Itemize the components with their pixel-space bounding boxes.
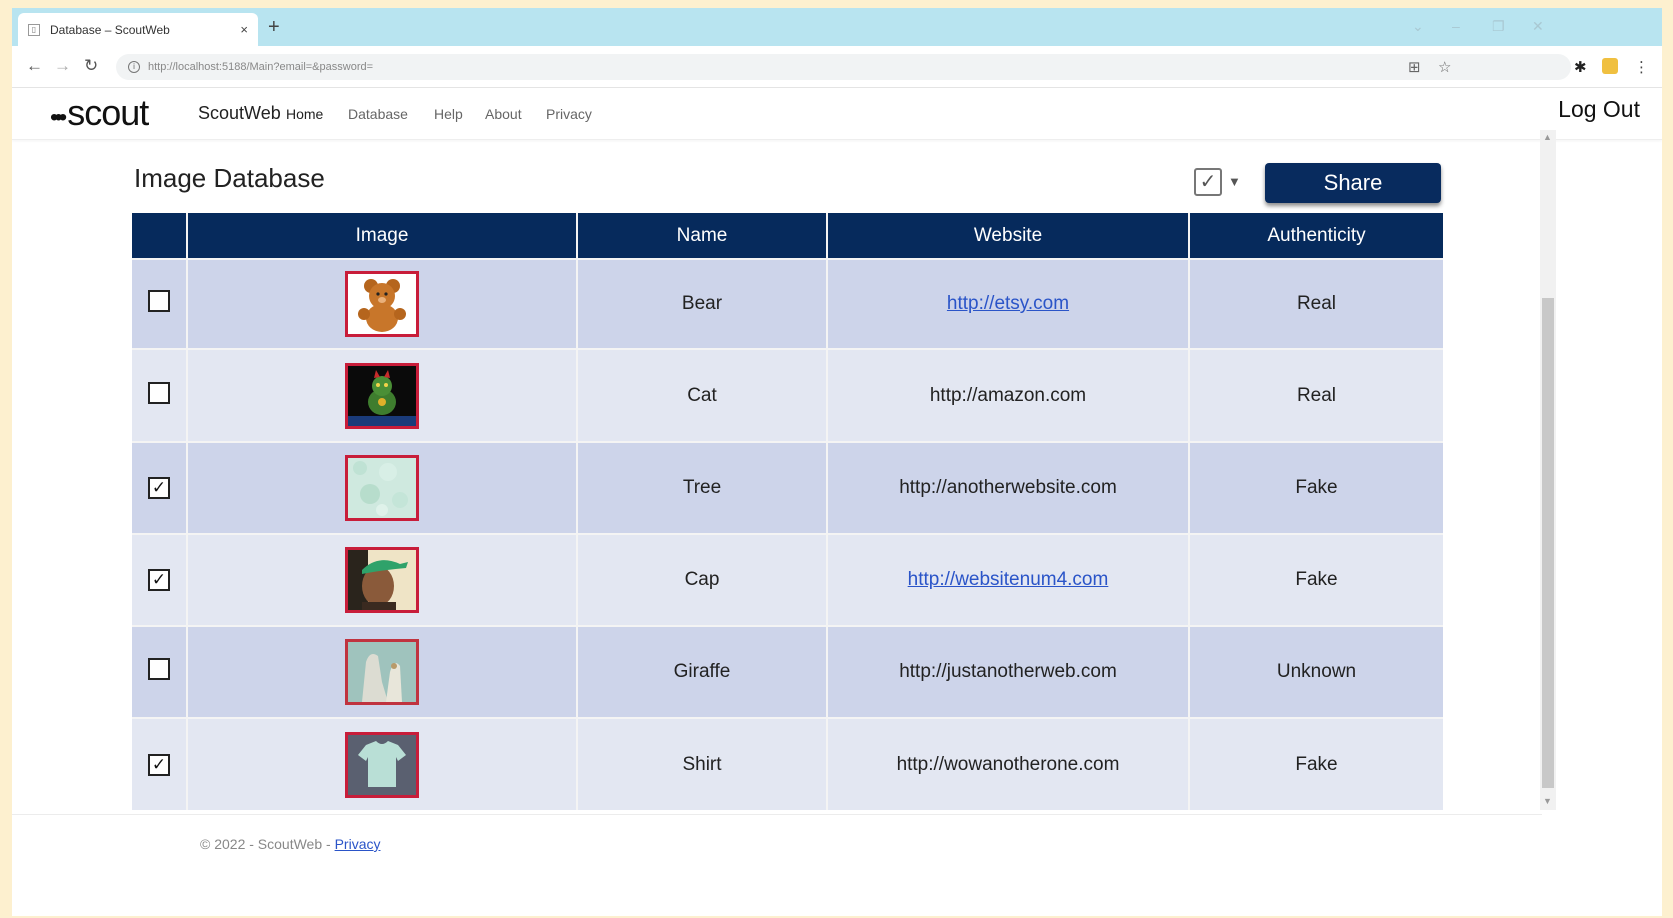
header-website: Website: [826, 213, 1189, 259]
man-in-cap-thumbnail[interactable]: [345, 547, 419, 613]
footer-divider: [12, 814, 1542, 815]
share-button[interactable]: Share: [1265, 163, 1441, 203]
row-website-text: http://anotherwebsite.com: [826, 441, 1189, 534]
shirt-thumbnail[interactable]: [345, 731, 419, 798]
row-name: Tree: [576, 441, 827, 534]
row-website-text: http://justanotherweb.com: [826, 625, 1189, 718]
row-website-text: http://wowanotherone.com: [826, 717, 1189, 810]
close-window-icon[interactable]: ✕: [1532, 18, 1544, 35]
profile-avatar-icon[interactable]: [1602, 58, 1618, 74]
site-info-icon[interactable]: i: [128, 61, 140, 73]
tab-title: Database – ScoutWeb: [50, 22, 170, 37]
restore-icon[interactable]: ❐: [1492, 18, 1505, 35]
table-row: Bear http://etsy.com Real: [132, 258, 1443, 349]
table-row: Giraffe http://justanotherweb.com Unknow…: [132, 625, 1443, 718]
page-title: Image Database: [134, 163, 325, 193]
row-checkbox[interactable]: [148, 658, 170, 680]
row-checkbox[interactable]: [148, 381, 170, 404]
url-text: http://localhost:5188/Main?email=&passwo…: [148, 61, 374, 73]
row-checkbox[interactable]: [148, 290, 170, 312]
row-name: Bear: [576, 258, 827, 349]
scroll-up-arrow-icon[interactable]: ▲: [1543, 132, 1552, 142]
nav-help[interactable]: Help: [434, 106, 463, 122]
table-row: ✓ Tree http://anotherwebsite.com Fake: [132, 441, 1443, 534]
page-footer: © 2022 - ScoutWeb - Privacy: [200, 836, 380, 852]
teddy-bear-thumbnail[interactable]: [345, 271, 419, 337]
row-website-link[interactable]: http://etsy.com: [947, 293, 1069, 314]
minimize-icon[interactable]: –: [1452, 18, 1460, 34]
row-website-link[interactable]: http://websitenum4.com: [908, 569, 1109, 590]
row-name: Giraffe: [576, 625, 827, 718]
bookmark-star-icon[interactable]: ☆: [1438, 58, 1451, 76]
row-name: Cat: [576, 348, 827, 442]
reload-icon[interactable]: ↻: [84, 56, 98, 76]
new-tab-icon[interactable]: +: [268, 16, 280, 39]
header-name: Name: [576, 213, 827, 259]
address-bar[interactable]: i http://localhost:5188/Main?email=&pass…: [116, 54, 1571, 80]
table-row: ✓ Cap http://websitenum4.com Fake: [132, 533, 1443, 626]
select-dropdown-caret-icon[interactable]: ▼: [1228, 174, 1241, 189]
row-checkbox[interactable]: ✓: [148, 569, 170, 591]
row-name: Shirt: [576, 717, 827, 810]
row-website-text: http://amazon.com: [826, 348, 1189, 442]
extensions-puzzle-icon[interactable]: ✱: [1574, 58, 1587, 76]
logo-text: scout: [67, 92, 149, 133]
tab-strip: ▯ Database – ScoutWeb × + ⌄ – ❐ ✕: [12, 8, 1662, 46]
row-name: Cap: [576, 533, 827, 626]
table-row: Cat http://amazon.com Real: [132, 348, 1443, 442]
image-database-table: Image Name Website Authenticity Bear htt…: [132, 213, 1443, 810]
table-header-row: Image Name Website Authenticity: [132, 213, 1443, 259]
header-select: [132, 213, 187, 259]
tab-search-icon[interactable]: ⌄: [1412, 18, 1424, 35]
select-all-checkbox[interactable]: ✓: [1194, 168, 1222, 196]
row-checkbox[interactable]: ✓: [148, 477, 170, 499]
row-authenticity: Fake: [1188, 533, 1443, 626]
row-checkbox[interactable]: ✓: [148, 753, 170, 776]
back-arrow-icon[interactable]: ←: [26, 56, 43, 76]
brand-link[interactable]: ScoutWeb: [198, 103, 281, 124]
scrollbar-thumb[interactable]: [1542, 298, 1554, 788]
footer-copyright: © 2022 - ScoutWeb -: [200, 836, 335, 852]
browser-menu-icon[interactable]: ⋮: [1634, 58, 1649, 76]
page-favicon-icon: ▯: [28, 23, 40, 36]
giraffe-thumbnail[interactable]: [345, 639, 419, 705]
nav-home[interactable]: Home: [286, 106, 323, 122]
log-out-link[interactable]: Log Out: [1558, 96, 1640, 123]
footer-privacy-link[interactable]: Privacy: [335, 836, 381, 852]
browser-window: ▯ Database – ScoutWeb × + ⌄ – ❐ ✕ ← → ↻ …: [12, 8, 1662, 916]
row-authenticity: Fake: [1188, 441, 1443, 534]
browser-tab[interactable]: ▯ Database – ScoutWeb ×: [18, 13, 258, 46]
header-authenticity: Authenticity: [1188, 213, 1443, 259]
row-authenticity: Real: [1188, 258, 1443, 349]
close-tab-icon[interactable]: ×: [240, 22, 248, 37]
lucky-cat-thumbnail[interactable]: [345, 362, 419, 429]
install-app-icon[interactable]: ⊞: [1408, 58, 1421, 76]
browser-toolbar: ← → ↻ i http://localhost:5188/Main?email…: [12, 46, 1662, 88]
tree-texture-thumbnail[interactable]: [345, 455, 419, 521]
nav-about[interactable]: About: [485, 106, 522, 122]
row-authenticity: Unknown: [1188, 625, 1443, 718]
logo-dots-icon: •••: [50, 104, 67, 131]
nav-database[interactable]: Database: [348, 106, 408, 122]
header-image: Image: [186, 213, 577, 259]
nav-privacy[interactable]: Privacy: [546, 106, 592, 122]
scroll-down-arrow-icon[interactable]: ▼: [1543, 796, 1552, 806]
row-authenticity: Fake: [1188, 717, 1443, 810]
table-row: ✓ Shirt http://wowanotherone.com Fake: [132, 717, 1443, 810]
site-navbar: ••• scout ScoutWeb Home Database Help Ab…: [12, 88, 1662, 140]
row-authenticity: Real: [1188, 348, 1443, 442]
scout-logo[interactable]: ••• scout: [50, 92, 149, 134]
forward-arrow-icon[interactable]: →: [54, 56, 71, 76]
